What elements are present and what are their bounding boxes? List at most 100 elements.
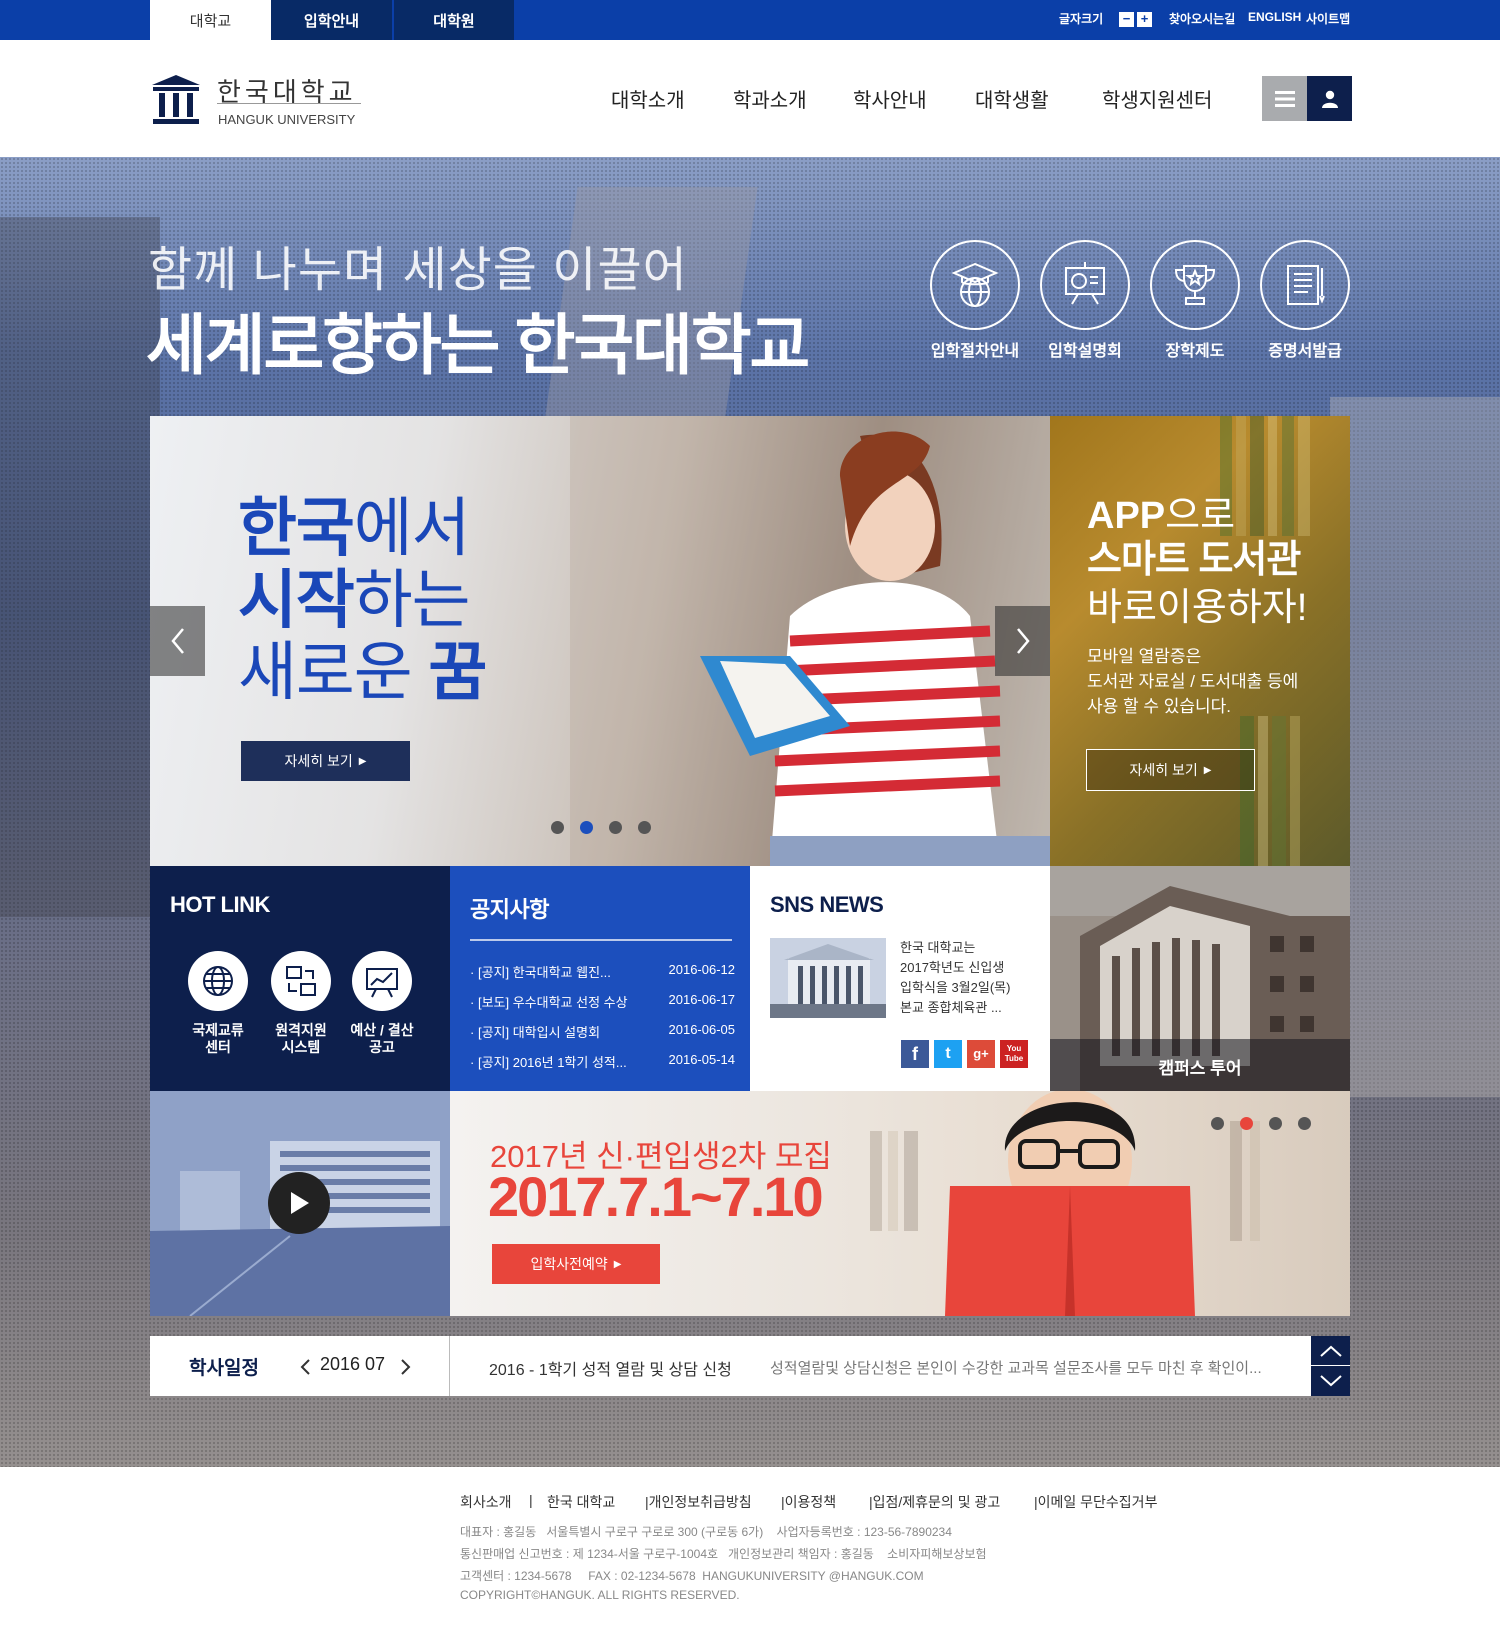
quick-label-admission-briefing: 입학설명회 [1048,343,1122,360]
promo-dot-3[interactable] [1269,1117,1282,1130]
hero-title: 세계로향하는 한국대학교 [146,308,810,382]
slide-headline-3: 새로운 꿈 [238,636,487,708]
notice-panel: 공지사항 · [공지] 한국대학교 웹진... 2016-06-12 · [보도]… [450,866,750,1091]
footer-link-email-policy[interactable]: |이메일 무단수집거부 [1034,1492,1157,1512]
notice-item[interactable]: · [공지] 대학입시 설명회 2016-06-05 [470,1022,735,1041]
font-increase-button[interactable]: + [1137,12,1152,27]
globe-icon [203,966,233,996]
nav-departments[interactable]: 학과소개 [733,84,807,113]
footer-link-university[interactable]: 한국 대학교 [547,1492,615,1512]
promo-dot-4[interactable] [1298,1117,1311,1130]
play-icon [291,1192,309,1214]
schedule-detail[interactable]: 성적열람및 상담신청은 본인이 수강한 교과목 설문조사를 모두 마친 후 확인… [770,1357,1262,1378]
trophy-icon [1174,265,1216,305]
slide-dot-3[interactable] [609,821,622,834]
sns-thumbnail-photo[interactable] [770,938,886,1018]
hamburger-icon [1274,90,1295,107]
nav-about[interactable]: 대학소개 [611,84,685,113]
notice-title[interactable]: 공지사항 [470,892,549,924]
schedule-down-button[interactable] [1311,1366,1350,1396]
hotlink-international-exchange[interactable] [188,951,248,1011]
main-slider: 한국에서 시작하는 새로운 꿈 자세히 보기 ▶ [150,416,1050,866]
campus-tour-card[interactable]: 캠퍼스 투어 [1050,866,1350,1091]
nav-student-support[interactable]: 학생지원센터 [1102,84,1212,113]
footer-info-1: 대표자 : 홍길동 서울특별시 구로구 구로로 300 (구로동 6가) 사업자… [460,1525,952,1539]
pre-admission-reservation-button[interactable]: 입학사전예약 ▶ [492,1244,660,1284]
font-decrease-button[interactable]: − [1119,12,1134,27]
chevron-right-icon [1016,628,1030,654]
university-logo-icon[interactable] [150,73,202,127]
login-button[interactable] [1307,76,1352,121]
font-size-label: 글자크기 [1059,12,1104,26]
quick-certificate[interactable] [1260,240,1350,330]
slide-prev-button[interactable] [150,606,205,676]
hotlink-budget-settlement[interactable] [352,951,412,1011]
facebook-icon[interactable]: f [901,1040,929,1068]
app-more-button[interactable]: 자세히 보기 ▶ [1086,749,1255,791]
slide-next-button[interactable] [995,606,1050,676]
quick-admission-process[interactable] [930,240,1020,330]
google-plus-icon[interactable]: g+ [967,1040,995,1068]
slide-dot-1[interactable] [551,821,564,834]
footer-link-terms[interactable]: |이용정책 [781,1492,836,1512]
quick-label-admission-process: 입학절차안내 [930,343,1020,360]
sitemap-link[interactable]: 사이트맵 [1306,10,1350,27]
notice-divider [470,939,732,941]
nav-campus-life[interactable]: 대학생활 [975,84,1049,113]
tab-graduate-school[interactable]: 대학원 [393,0,514,40]
presentation-board-icon [1065,262,1105,305]
tab-university[interactable]: 대학교 [150,0,271,40]
remote-support-icon [286,966,316,996]
hot-link-title: HOT LINK [170,892,270,917]
app-library-banner: APP으로 스마트 도서관 바로이용하자! 모바일 열람증은 도서관 자료실 / … [1050,416,1350,866]
quick-scholarship[interactable] [1150,240,1240,330]
campus-tour-label: 캠퍼스 투어 [1158,1059,1242,1078]
student-reading-photo [570,416,1050,866]
chevron-up-icon [1319,1345,1342,1357]
app-headline-3: 바로이용하자! [1087,587,1308,629]
app-description: 모바일 열람증은 도서관 자료실 / 도서대출 등에 사용 할 수 있습니다. [1087,647,1299,716]
quick-label-scholarship: 장학제도 [1165,343,1225,360]
hot-link-panel: HOT LINK 국제교류 센터 원격지원 시스템 예산 / 결산 공고 [150,866,450,1091]
footer-copyright: COPYRIGHT©HANGUK. ALL RIGHTS RESERVED. [460,1588,740,1602]
menu-button[interactable] [1262,76,1307,121]
sns-post-text[interactable]: 한국 대학교는 2017학년도 신입생 입학식을 3월2일(목) 본교 종합체육관 .… [900,938,1010,1018]
caret-right-icon: ▶ [1203,764,1212,776]
hotlink-remote-support[interactable] [271,951,331,1011]
notice-item[interactable]: · [공지] 한국대학교 웹진... 2016-06-12 [470,962,735,981]
notice-item[interactable]: · [공지] 2016년 1학기 성적... 2016-05-14 [470,1052,735,1071]
schedule-prev-month-button[interactable] [299,1358,311,1376]
quick-admission-briefing[interactable] [1040,240,1130,330]
schedule-up-button[interactable] [1311,1336,1350,1365]
caret-right-icon: ▶ [613,1258,622,1270]
sns-title: SNS NEWS [770,892,884,917]
nav-academics[interactable]: 학사안내 [853,84,927,113]
english-link[interactable]: ENGLISH [1248,10,1301,24]
promo-dot-1[interactable] [1211,1117,1224,1130]
directions-link[interactable]: 찾아오시는길 [1169,10,1235,27]
schedule-next-month-button[interactable] [400,1358,412,1376]
slide-dot-2-active[interactable] [580,821,593,834]
academic-schedule-bar: 학사일정 2016 07 2016 - 1학기 성적 열람 및 상담 신청 성적… [150,1336,1350,1396]
schedule-divider [449,1336,450,1396]
slide-more-button[interactable]: 자세히 보기 ▶ [241,741,410,781]
chart-board-icon [366,968,398,998]
notice-item[interactable]: · [보도] 우수대학교 선정 수상 2016-06-17 [470,992,735,1011]
footer-link-privacy[interactable]: |개인정보취급방침 [645,1492,752,1512]
video-play-button[interactable] [268,1172,330,1234]
promo-date: 2017.7.1~7.10 [488,1165,824,1228]
twitter-icon[interactable]: t [934,1040,962,1068]
certificate-icon [1287,265,1325,305]
slide-dot-4[interactable] [638,821,651,834]
admission-promo-banner: 2017년 신·편입생2차 모집 2017.7.1~7.10 입학사전예약 ▶ [450,1091,1350,1316]
youtube-icon[interactable]: You Tube [1000,1040,1028,1068]
campus-video[interactable] [150,1091,450,1316]
logo-divider [217,103,361,104]
promo-dot-2-active[interactable] [1240,1117,1253,1130]
footer-info-3: 고객센터 : 1234-5678 FAX : 02-1234-5678 HANG… [460,1569,924,1583]
chevron-left-icon [170,628,184,654]
tab-admission[interactable]: 입학안내 [271,0,392,40]
schedule-headline[interactable]: 2016 - 1학기 성적 열람 및 상담 신청 [489,1356,732,1380]
footer-link-company[interactable]: 회사소개 [460,1492,512,1512]
footer-link-partnership[interactable]: |입점/제휴문의 및 광고 [869,1492,1000,1512]
